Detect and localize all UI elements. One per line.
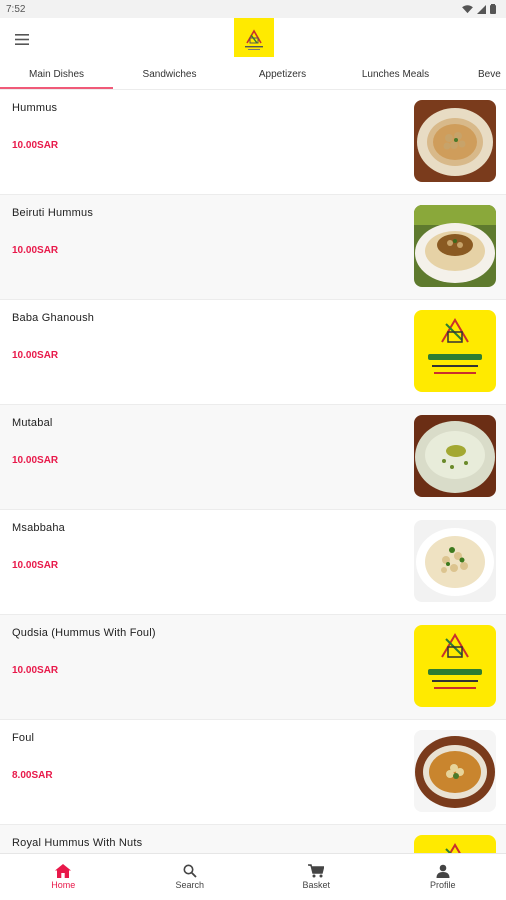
item-name: Foul (12, 732, 35, 744)
restaurant-logo-icon (245, 28, 263, 50)
tab-label: Main Dishes (28, 69, 85, 80)
beiruti-hummus-photo (414, 205, 496, 287)
tab-label: Appetizers (258, 69, 307, 80)
nav-basket[interactable]: Basket (253, 854, 380, 900)
item-price: 10.00SAR (12, 245, 59, 256)
nav-label: Search (175, 880, 205, 890)
item-name: Hummus (12, 102, 58, 114)
battery-icon (490, 4, 496, 14)
restaurant-logo-thumb (414, 835, 496, 853)
menu-button[interactable] (12, 30, 32, 48)
foul-photo (414, 730, 496, 812)
tab-lunches-meals[interactable]: Lunches Meals (339, 60, 452, 89)
list-item[interactable]: Msabbaha 10.00SAR (0, 510, 506, 615)
restaurant-logo-thumb (414, 310, 496, 392)
category-tabs: Main Dishes Sandwiches Appetizers Lunche… (0, 60, 506, 90)
nav-label: Profile (429, 880, 456, 890)
list-item[interactable]: Qudsia (Hummus With Foul) 10.00SAR (0, 615, 506, 720)
item-price: 10.00SAR (12, 350, 59, 361)
status-time: 7:52 (6, 3, 26, 15)
nav-label: Home (51, 880, 76, 890)
status-bar: 7:52 (0, 0, 506, 18)
list-item[interactable]: Hummus 10.00SAR (0, 90, 506, 195)
list-item[interactable]: Baba Ghanoush 10.00SAR (0, 300, 506, 405)
item-name: Baba Ghanoush (12, 312, 95, 324)
tab-appetizers[interactable]: Appetizers (226, 60, 339, 89)
restaurant-logo (234, 18, 274, 57)
tab-sandwiches[interactable]: Sandwiches (113, 60, 226, 89)
tab-beverages[interactable]: Beve (452, 60, 506, 89)
msabbaha-photo (414, 520, 496, 602)
item-name: Beiruti Hummus (12, 207, 94, 219)
item-price: 10.00SAR (12, 560, 59, 571)
mutabal-photo (414, 415, 496, 497)
product-list[interactable]: Hummus 10.00SAR Beiruti Hummus 10.00SAR (0, 90, 506, 853)
list-item[interactable]: Royal Hummus With Nuts (0, 825, 506, 853)
menu-icon (15, 33, 29, 45)
tab-main-dishes[interactable]: Main Dishes (0, 60, 113, 89)
search-icon (183, 864, 197, 878)
tab-label: Lunches Meals (361, 69, 430, 80)
restaurant-logo-thumb (414, 625, 496, 707)
list-item[interactable]: Foul 8.00SAR (0, 720, 506, 825)
item-name: Msabbaha (12, 522, 65, 534)
nav-profile[interactable]: Profile (380, 854, 506, 900)
signal-icon (477, 4, 486, 14)
item-price: 10.00SAR (12, 140, 59, 151)
home-icon (55, 864, 72, 878)
nav-label: Basket (302, 880, 330, 890)
list-item[interactable]: Mutabal 10.00SAR (0, 405, 506, 510)
bottom-navigation: Home Search Basket Profile (0, 853, 506, 900)
nav-home[interactable]: Home (0, 854, 127, 900)
list-item[interactable]: Beiruti Hummus 10.00SAR (0, 195, 506, 300)
tab-label: Sandwiches (142, 69, 197, 80)
nav-search[interactable]: Search (127, 854, 254, 900)
wifi-icon (462, 4, 473, 13)
status-icons (462, 4, 496, 14)
app-header (0, 18, 506, 60)
item-name: Royal Hummus With Nuts (12, 837, 143, 849)
tab-label: Beve (478, 69, 501, 80)
item-name: Mutabal (12, 417, 53, 429)
item-name: Qudsia (Hummus With Foul) (12, 627, 156, 639)
profile-icon (436, 864, 450, 878)
cart-icon (308, 864, 325, 878)
hummus-photo (414, 100, 496, 182)
item-price: 10.00SAR (12, 665, 59, 676)
item-price: 8.00SAR (12, 770, 53, 781)
item-price: 10.00SAR (12, 455, 59, 466)
